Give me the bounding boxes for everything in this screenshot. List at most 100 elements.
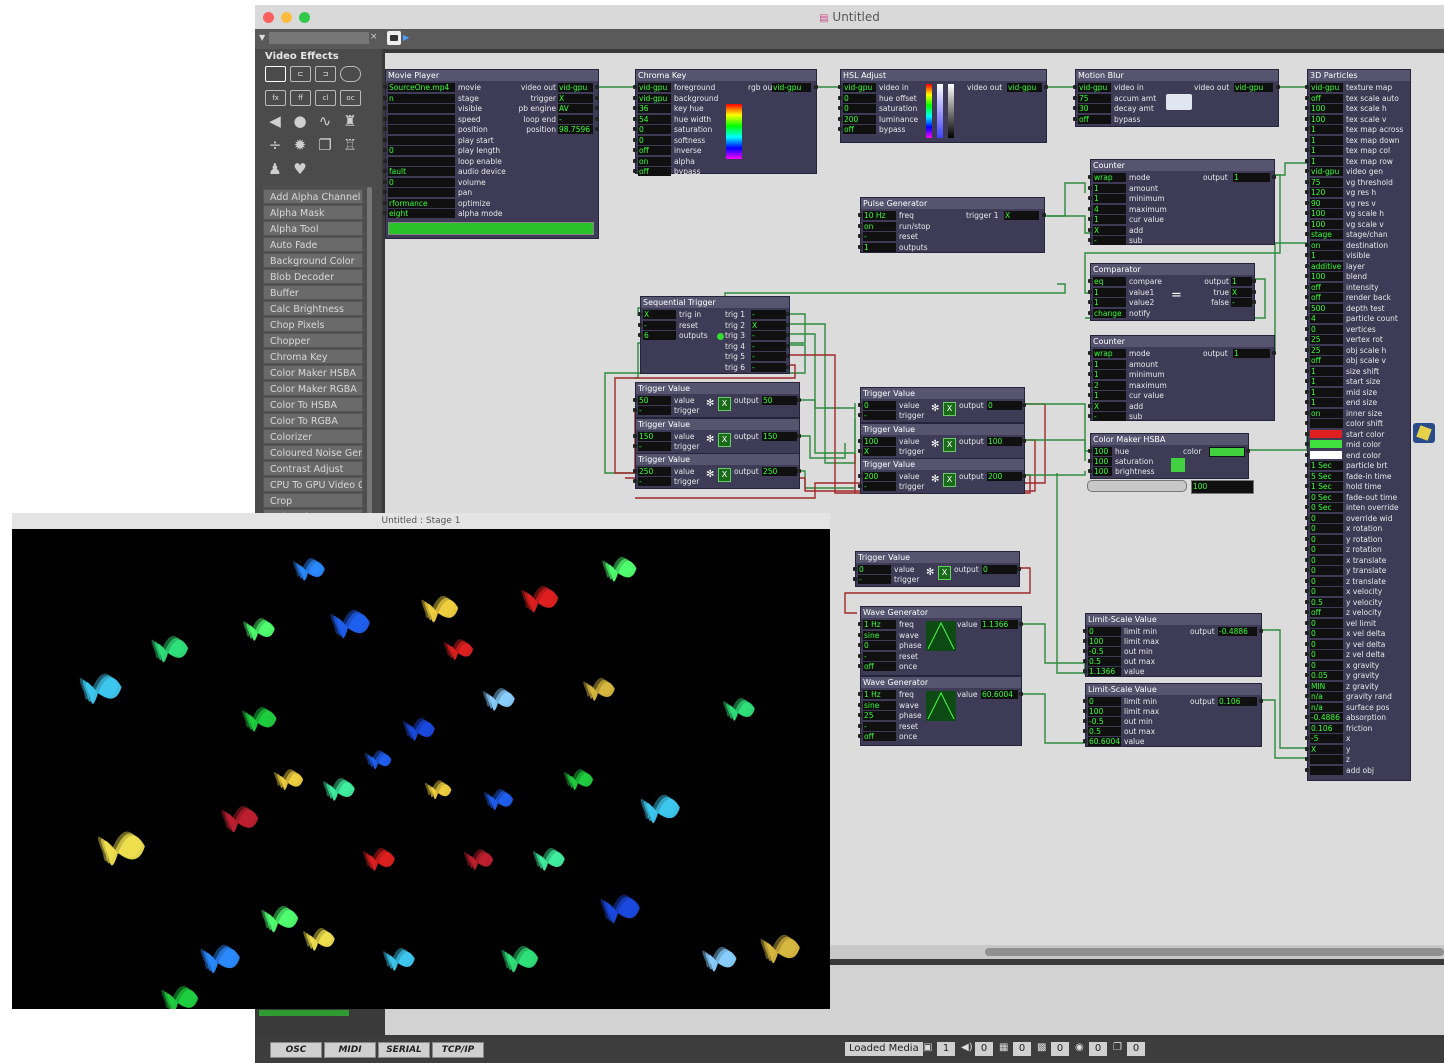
input-port[interactable] (1305, 305, 1309, 310)
list-item[interactable]: Background Color (263, 253, 363, 268)
counter-actor[interactable]: Counter wrap mode 1 amount 1 minimum 4 maximum 1… (1088, 159, 1276, 245)
input-port[interactable] (1305, 95, 1309, 100)
clear-search-icon[interactable]: × (370, 32, 378, 42)
input-port[interactable] (1088, 238, 1092, 242)
value-field[interactable]: - (858, 575, 891, 584)
value-field[interactable]: 1 (1310, 156, 1343, 166)
split-left-icon[interactable]: ⊏ (290, 66, 311, 82)
output-port[interactable] (814, 85, 818, 89)
input-port[interactable] (633, 408, 637, 412)
cl-icon[interactable]: cl (315, 90, 336, 106)
input-port[interactable] (1305, 589, 1309, 593)
wave-icon[interactable]: ∿ (316, 112, 334, 130)
list-item[interactable]: Chroma Key (263, 349, 363, 364)
output-value[interactable]: - (751, 362, 786, 372)
input-port[interactable] (1305, 736, 1309, 740)
output-port[interactable] (1272, 351, 1276, 355)
value-field[interactable]: 36 (638, 104, 671, 113)
list-item[interactable]: Calc Brightness (263, 301, 363, 316)
input-port[interactable] (1305, 169, 1309, 173)
wave-generator-actor[interactable]: Wave Generator 1 Hz freq sine wave 25 phase - r… (858, 676, 1023, 746)
output-port[interactable] (786, 343, 790, 348)
value-field[interactable]: 0 Sec (1310, 503, 1343, 512)
list-item[interactable]: Color Maker HSBA (263, 365, 363, 380)
divide-icon[interactable]: ÷ (266, 136, 284, 154)
input-port[interactable] (1305, 631, 1309, 635)
input-port[interactable] (1073, 116, 1077, 121)
input-port[interactable] (383, 116, 387, 121)
value-field[interactable]: 75 (1310, 177, 1343, 187)
output-value[interactable]: X (751, 320, 786, 330)
motion-blur-actor[interactable]: Motion Blur vid-gpu video in 75 accum amt 30… (1073, 69, 1280, 127)
output-port[interactable] (595, 127, 599, 131)
value-field[interactable]: vid-gpu (1310, 167, 1343, 176)
value-field[interactable]: vid-gpu (1078, 83, 1111, 92)
input-port[interactable] (1305, 767, 1309, 772)
collapse-triangle-icon[interactable]: ▼ (259, 33, 265, 42)
value-field[interactable]: additive (1310, 261, 1343, 271)
input-port[interactable] (1083, 729, 1087, 733)
output-value[interactable]: X (558, 93, 593, 103)
value-field[interactable]: - (643, 320, 676, 330)
value-field[interactable]: 0 (1088, 627, 1121, 636)
value-field[interactable]: 0.5 (1088, 727, 1121, 736)
input-port[interactable] (1088, 175, 1092, 179)
3d-particles-actor[interactable]: 3D Particles vid-gpu texture map off tex sc… (1305, 69, 1411, 781)
value-field[interactable]: off (863, 662, 896, 671)
stack-icon[interactable]: ❐ (316, 136, 334, 154)
value-field[interactable]: stage (1310, 230, 1343, 239)
output-value[interactable]: 100 (987, 437, 1022, 446)
value-field[interactable]: 0 (863, 641, 896, 650)
value-field[interactable] (1310, 765, 1343, 775)
color-swatch[interactable] (1310, 450, 1342, 459)
input-port[interactable] (633, 85, 637, 89)
value-field[interactable]: 1 (1310, 387, 1343, 397)
value-field[interactable]: 100 (1310, 114, 1343, 124)
output-port[interactable] (1019, 622, 1023, 626)
value-field[interactable]: 1 (1310, 135, 1343, 145)
input-port[interactable] (1088, 459, 1092, 463)
serial-tab[interactable]: SERIAL (378, 1042, 430, 1058)
input-port[interactable] (1305, 358, 1309, 362)
value-field[interactable]: off (638, 146, 671, 155)
value-field[interactable]: sine (863, 630, 896, 640)
input-port[interactable] (1305, 536, 1309, 541)
value-field[interactable]: 1 (863, 242, 896, 252)
input-port[interactable] (1088, 227, 1092, 232)
input-port[interactable] (633, 444, 637, 448)
value-field[interactable]: n/a (1310, 692, 1343, 701)
value-field[interactable]: off (1310, 293, 1343, 302)
input-port[interactable] (1088, 361, 1092, 366)
output-port[interactable] (786, 322, 790, 327)
input-port[interactable] (1305, 494, 1309, 499)
value-field[interactable]: 0 (1310, 545, 1343, 554)
list-item[interactable]: Colorizer (263, 429, 363, 444)
output-value[interactable]: 0 (987, 401, 1022, 410)
value-field[interactable]: 0 (1310, 587, 1343, 596)
input-port[interactable] (1305, 662, 1309, 667)
tcp-ip-tab[interactable]: TCP/IP (432, 1042, 484, 1058)
value-field[interactable]: fault (388, 167, 455, 176)
input-port[interactable] (1305, 578, 1309, 583)
input-port[interactable] (1305, 106, 1309, 110)
wave-generator-actor[interactable]: Wave Generator 1 Hz freq sine wave 0 phase - re… (858, 606, 1023, 676)
output-port[interactable] (797, 434, 801, 438)
input-port[interactable] (1305, 704, 1309, 709)
input-port[interactable] (853, 577, 857, 581)
value-field[interactable]: vid-gpu (638, 93, 671, 103)
limit-scale-value-actor[interactable]: Limit-Scale Value 0 limit min 100 limit max… (1083, 613, 1263, 677)
oc-icon[interactable]: oc (340, 90, 361, 106)
value-field[interactable]: - (863, 482, 896, 491)
value-field[interactable]: X (1093, 225, 1126, 235)
value-field[interactable]: off (1078, 114, 1111, 124)
input-port[interactable] (858, 213, 862, 217)
input-port[interactable] (1305, 620, 1309, 625)
value-field[interactable]: -5 (1310, 734, 1343, 743)
input-port[interactable] (1305, 463, 1309, 467)
input-port[interactable] (1305, 484, 1309, 488)
output-value[interactable]: - (751, 341, 786, 351)
value-field[interactable]: 100 (1093, 457, 1112, 466)
output-port[interactable] (786, 364, 790, 369)
value-field[interactable]: wrap (1093, 349, 1126, 358)
value-field[interactable]: - (863, 721, 896, 731)
